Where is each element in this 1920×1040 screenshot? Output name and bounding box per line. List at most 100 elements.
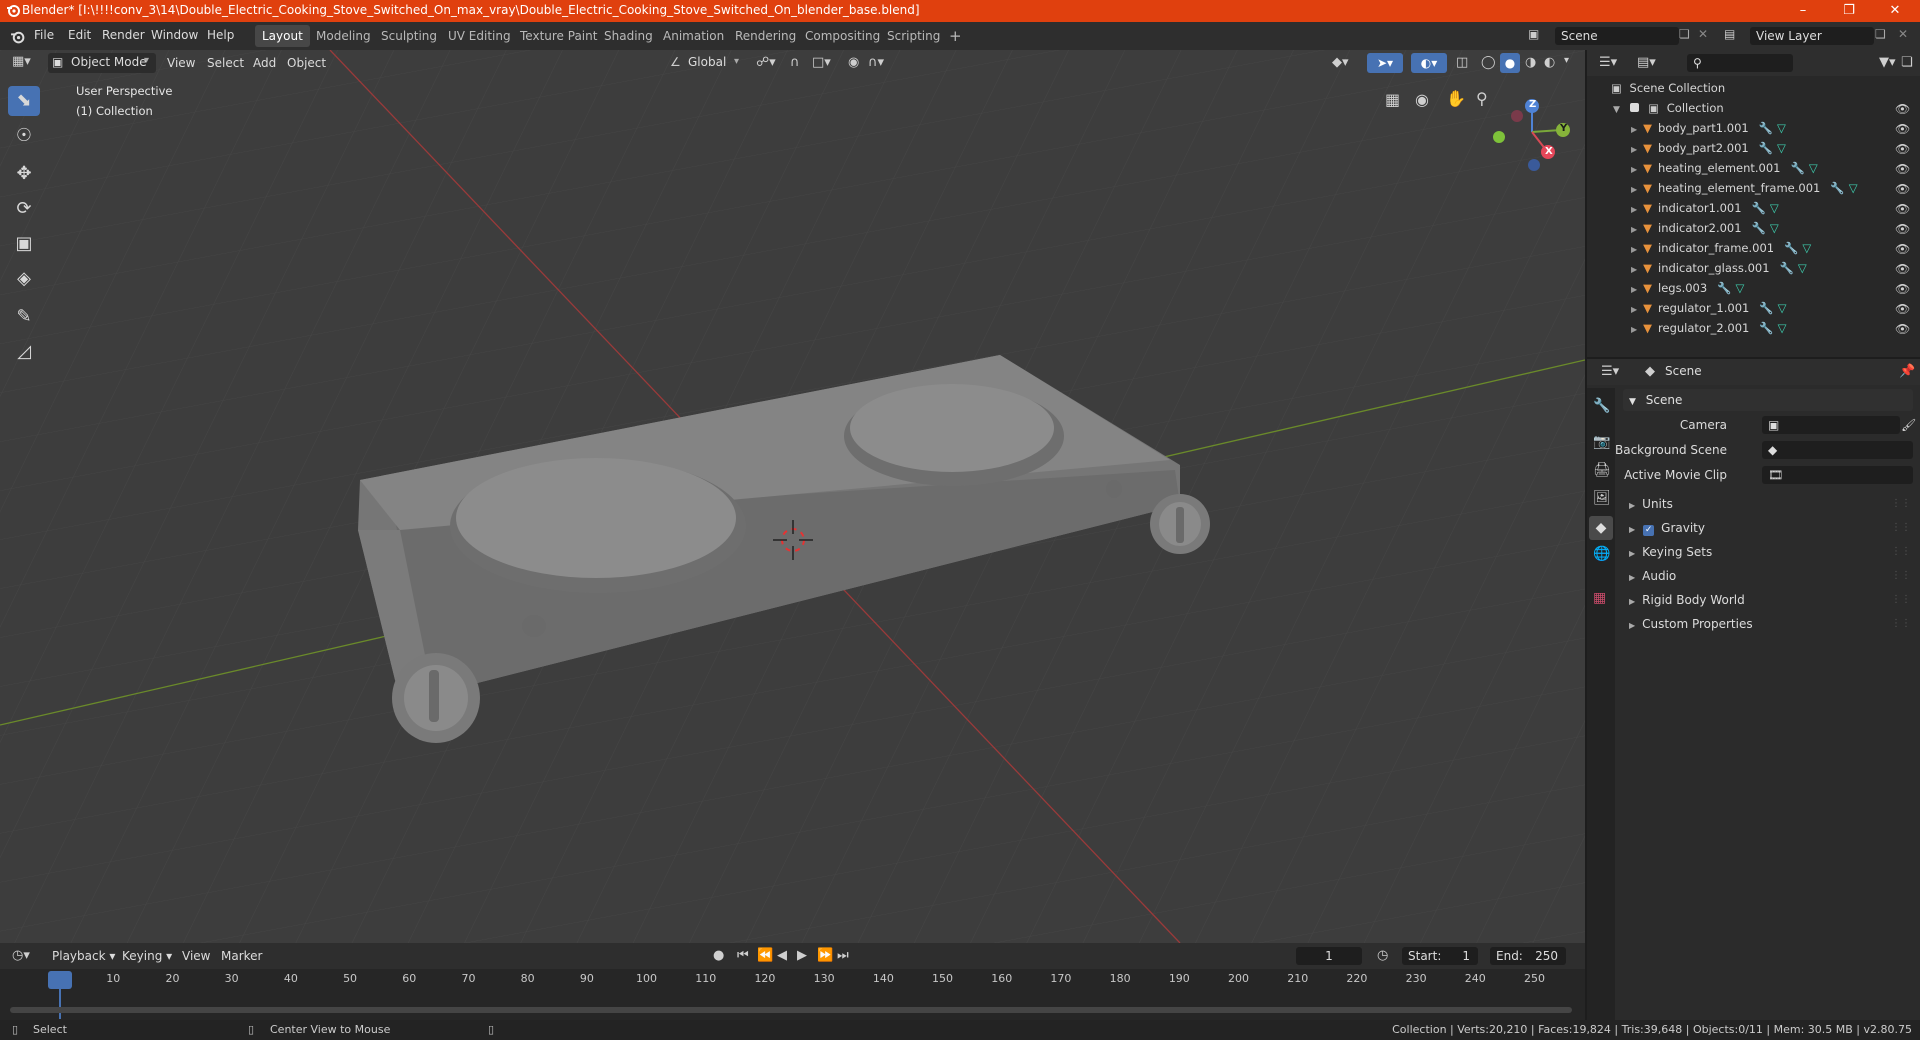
expand-arrow-icon[interactable]: ▼	[1613, 105, 1620, 115]
add-workspace-button[interactable]: +	[942, 25, 969, 47]
eyedropper-icon[interactable]: 🖌	[1901, 414, 1916, 436]
menu-view[interactable]: View	[167, 54, 195, 72]
object-visibility-eye-icon[interactable]: 👁	[1895, 302, 1910, 316]
drag-handle-icon[interactable]: ⋮⋮	[1891, 613, 1911, 635]
mode-selector[interactable]: ▣ Object Mode ▾	[48, 53, 156, 73]
tab-uv-editing[interactable]: UV Editing	[441, 25, 518, 47]
subpanel-rigid-body-world[interactable]: ▶ Rigid Body World ⋮⋮	[1623, 589, 1913, 611]
modifier-wrench-icon[interactable]: 🔧	[1780, 261, 1794, 275]
record-icon[interactable]: ●	[713, 948, 724, 963]
camera-view-icon[interactable]: ◉	[1415, 90, 1429, 109]
tab-compositing[interactable]: Compositing	[798, 25, 887, 47]
tab-texture-paint[interactable]: Texture Paint	[513, 25, 604, 47]
properties-editor-type-icon[interactable]: ☰▾	[1601, 364, 1619, 379]
playhead[interactable]	[48, 971, 72, 989]
mesh-data-icon[interactable]: ▽	[1778, 301, 1787, 315]
jump-start-icon[interactable]: ⏮	[737, 948, 749, 963]
expand-arrow-icon[interactable]: ▶	[1631, 145, 1637, 154]
outliner-object-row[interactable]: ▶ ▼ heating_element_frame.001 🔧 ▽	[1631, 178, 1858, 198]
background-scene-field[interactable]: ◆	[1762, 441, 1913, 459]
menu-timeline-view[interactable]: View	[182, 947, 210, 965]
scene-remove-icon[interactable]: ✕	[1698, 27, 1708, 41]
expand-arrow-icon[interactable]: ▶	[1631, 305, 1637, 314]
modifier-wrench-icon[interactable]: 🔧	[1791, 161, 1805, 175]
view-layer-browse-icon[interactable]: ▤	[1724, 27, 1735, 41]
object-visibility-eye-icon[interactable]: 👁	[1895, 182, 1910, 196]
filter-icon[interactable]: ▼▾	[1879, 55, 1896, 70]
outliner-editor[interactable]: ☰▾ ▤▾ ⚲ ▼▾ ❏ ▣ Scene Collection ▼ ▣ Coll…	[1587, 50, 1920, 357]
outliner-object-row[interactable]: ▶ ▼ indicator_frame.001 🔧 ▽	[1631, 238, 1811, 258]
mesh-data-icon[interactable]: ▽	[1777, 141, 1786, 155]
object-visibility-eye-icon[interactable]: 👁	[1895, 122, 1910, 136]
mesh-data-icon[interactable]: ▽	[1809, 161, 1818, 175]
falloff-curve-icon[interactable]: ∩▾	[868, 55, 884, 70]
wireframe-shading-icon[interactable]: ◯	[1481, 55, 1496, 70]
expand-arrow-icon[interactable]: ▶	[1631, 205, 1637, 214]
frame-ruler[interactable]: 1102030405060708090100110120130140150160…	[8, 971, 1578, 989]
close-button[interactable]: ✕	[1872, 0, 1918, 22]
drag-handle-icon[interactable]: ⋮⋮	[1891, 589, 1911, 611]
object-visibility-eye-icon[interactable]: 👁	[1895, 282, 1910, 296]
mesh-data-icon[interactable]: ▽	[1849, 181, 1858, 195]
measure-tool-icon[interactable]: ◿	[8, 337, 40, 367]
display-mode-icon[interactable]: ▤▾	[1637, 55, 1656, 70]
collection-checkbox[interactable]	[1629, 103, 1639, 112]
mesh-data-icon[interactable]: ▽	[1777, 121, 1786, 135]
modifier-wrench-icon[interactable]: 🔧	[1759, 321, 1773, 335]
tab-scripting[interactable]: Scripting	[880, 25, 947, 47]
tab-animation[interactable]: Animation	[656, 25, 731, 47]
object-visibility-eye-icon[interactable]: 👁	[1895, 322, 1910, 336]
subpanel-audio[interactable]: ▶ Audio ⋮⋮	[1623, 565, 1913, 587]
menu-playback[interactable]: Playback ▾	[52, 947, 115, 965]
mesh-data-icon[interactable]: ▽	[1736, 281, 1745, 295]
menu-object[interactable]: Object	[287, 54, 326, 72]
menu-help[interactable]: Help	[207, 28, 234, 42]
toggle-view-grid-icon[interactable]: ▦	[1385, 90, 1400, 109]
expand-arrow-icon[interactable]: ▶	[1631, 225, 1637, 234]
menu-file[interactable]: File	[34, 28, 54, 42]
modifier-wrench-icon[interactable]: 🔧	[1752, 221, 1766, 235]
subpanel-custom-properties[interactable]: ▶ Custom Properties ⋮⋮	[1623, 613, 1913, 635]
tab-shading[interactable]: Shading	[597, 25, 660, 47]
current-frame-field[interactable]: 1	[1296, 947, 1362, 965]
jump-end-icon[interactable]: ⏭	[837, 948, 849, 963]
rendered-shading-icon[interactable]: ◐	[1544, 55, 1555, 70]
tab-sculpting[interactable]: Sculpting	[374, 25, 444, 47]
preview-range-clock-icon[interactable]: ◷	[1377, 948, 1388, 963]
outliner-editor-type-icon[interactable]: ☰▾	[1599, 55, 1617, 70]
play-reverse-icon[interactable]: ◀	[777, 948, 787, 963]
subpanel-units[interactable]: ▶ Units ⋮⋮	[1623, 493, 1913, 515]
solid-shading-icon[interactable]: ●	[1500, 53, 1520, 73]
output-properties-tab-icon[interactable]: 🖨	[1593, 462, 1611, 478]
object-visibility-eye-icon[interactable]: 👁	[1895, 262, 1910, 276]
menu-marker[interactable]: Marker	[221, 947, 262, 965]
view-layer-new-icon[interactable]: ❏	[1875, 27, 1886, 41]
zoom-icon[interactable]: ⚲	[1476, 89, 1488, 108]
snap-magnet-icon[interactable]: ∩	[790, 55, 800, 70]
scene-panel-header[interactable]: ▼ Scene	[1623, 389, 1913, 411]
expand-arrow-icon[interactable]: ▶	[1631, 185, 1637, 194]
timeline-editor[interactable]: ◷▾ Playback ▾ Keying ▾ View Marker ● ⏮ ⏪…	[0, 943, 1585, 1027]
menu-render[interactable]: Render	[102, 28, 145, 42]
jump-keyframe-back-icon[interactable]: ⏪	[757, 948, 773, 963]
snap-target-icon[interactable]: □▾	[812, 55, 831, 70]
outliner-object-row[interactable]: ▶ ▼ heating_element.001 🔧 ▽	[1631, 158, 1818, 178]
outliner-object-row[interactable]: ▶ ▼ indicator_glass.001 🔧 ▽	[1631, 258, 1807, 278]
menu-window[interactable]: Window	[151, 28, 198, 42]
texture-properties-tab-icon[interactable]: ▦	[1593, 590, 1606, 606]
cursor-tool-icon[interactable]: ☉	[8, 121, 40, 151]
object-visibility-eye-icon[interactable]: 👁	[1895, 222, 1910, 236]
play-icon[interactable]: ▶	[797, 948, 807, 963]
modifier-wrench-icon[interactable]: 🔧	[1752, 201, 1766, 215]
object-visibility-eye-icon[interactable]: 👁	[1895, 142, 1910, 156]
3d-viewport[interactable]: Z Y X User Perspective (1) Collection ▦ …	[0, 50, 1585, 943]
pivot-point-icon[interactable]: ☍▾	[756, 55, 776, 70]
modifier-wrench-icon[interactable]: 🔧	[1759, 141, 1773, 155]
pan-hand-icon[interactable]: ✋	[1446, 89, 1466, 108]
maximize-button[interactable]: ❐	[1826, 0, 1872, 22]
tab-rendering[interactable]: Rendering	[728, 25, 803, 47]
annotate-tool-icon[interactable]: ✎	[8, 302, 40, 332]
outliner-object-row[interactable]: ▶ ▼ regulator_1.001 🔧 ▽	[1631, 298, 1787, 318]
modifier-wrench-icon[interactable]: 🔧	[1759, 121, 1773, 135]
proportional-edit-icon[interactable]: ◉	[848, 55, 859, 70]
